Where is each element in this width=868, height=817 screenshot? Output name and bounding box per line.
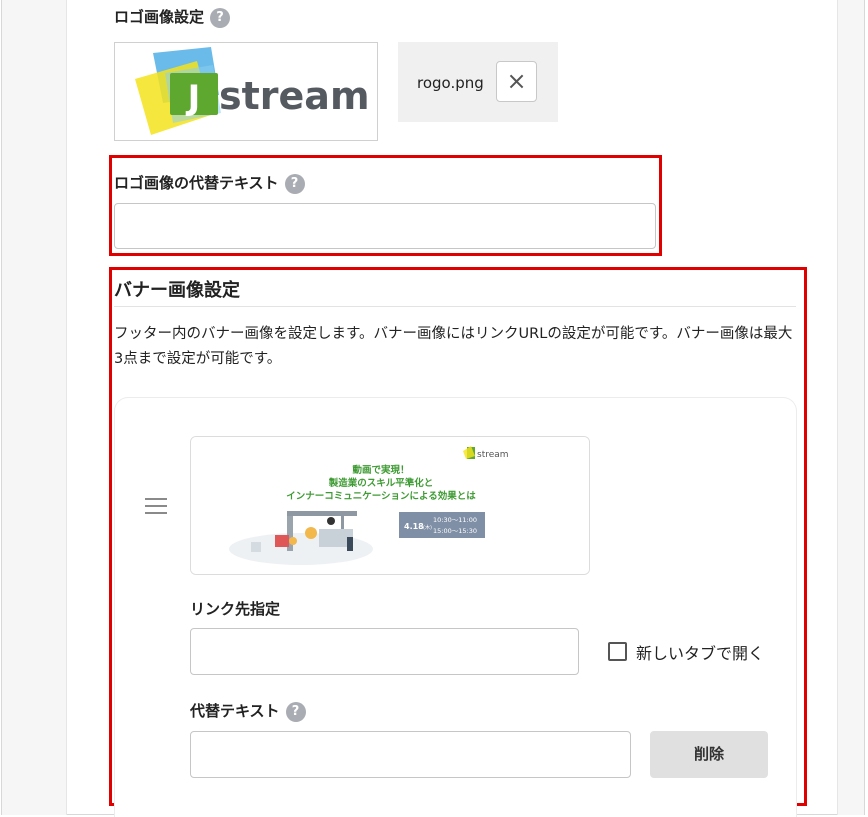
content-border <box>66 0 67 815</box>
content-border <box>837 0 838 815</box>
banner-headline: 動画で実現！ <box>352 464 409 476</box>
banner-time: 10:30～11:00 <box>433 516 477 524</box>
uploaded-file-chip: rogo.png × <box>398 42 558 122</box>
help-icon[interactable]: ? <box>210 7 231 28</box>
help-icon[interactable]: ? <box>285 701 306 722</box>
logo-preview: J stream <box>114 42 378 141</box>
link-label: リンク先指定 <box>190 600 281 618</box>
new-tab-checkbox[interactable] <box>608 642 627 661</box>
right-gutter <box>838 0 864 815</box>
delete-button[interactable]: 削除 <box>650 731 768 778</box>
help-icon[interactable]: ? <box>284 173 305 194</box>
banner-image: stream 動画で実現！ 製造業のスキル平準化と インナーコミュニケーションに… <box>191 437 589 574</box>
logo-alt-input[interactable] <box>114 203 656 249</box>
banner-description: フッター内のバナー画像を設定します。バナー画像にはリンクURLの設定が可能です。… <box>114 326 793 367</box>
logo-letter: J <box>186 78 201 118</box>
banner-alt-input[interactable] <box>190 731 631 778</box>
banner-time: 15:00～15:30 <box>433 527 477 535</box>
banner-date: 4.18 <box>404 522 424 531</box>
remove-file-button[interactable]: × <box>496 61 537 102</box>
left-gutter <box>2 0 66 815</box>
banner-headline: 製造業のスキル平準化と <box>328 477 434 489</box>
banner-day: (木) <box>423 524 432 531</box>
logo-settings-label: ロゴ画像設定? <box>114 6 231 28</box>
logo-wordmark: stream <box>219 74 370 118</box>
link-url-input[interactable] <box>190 628 579 675</box>
file-name: rogo.png <box>417 74 484 92</box>
jstream-logo: J stream <box>135 47 370 135</box>
logo-alt-label: ロゴ画像の代替テキスト? <box>114 172 305 194</box>
banner-image-preview: stream 動画で実現！ 製造業のスキル平準化と インナーコミュニケーションに… <box>190 436 590 575</box>
divider <box>114 306 796 307</box>
new-tab-label[interactable]: 新しいタブで開く <box>636 640 764 664</box>
banner-section-title: バナー画像設定 <box>114 280 240 301</box>
banner-logo-text: stream <box>477 450 509 460</box>
drag-handle-icon[interactable] <box>145 498 167 519</box>
banner-headline: インナーコミュニケーションによる効果とは <box>286 490 476 502</box>
banner-alt-label: 代替テキスト? <box>190 700 306 722</box>
